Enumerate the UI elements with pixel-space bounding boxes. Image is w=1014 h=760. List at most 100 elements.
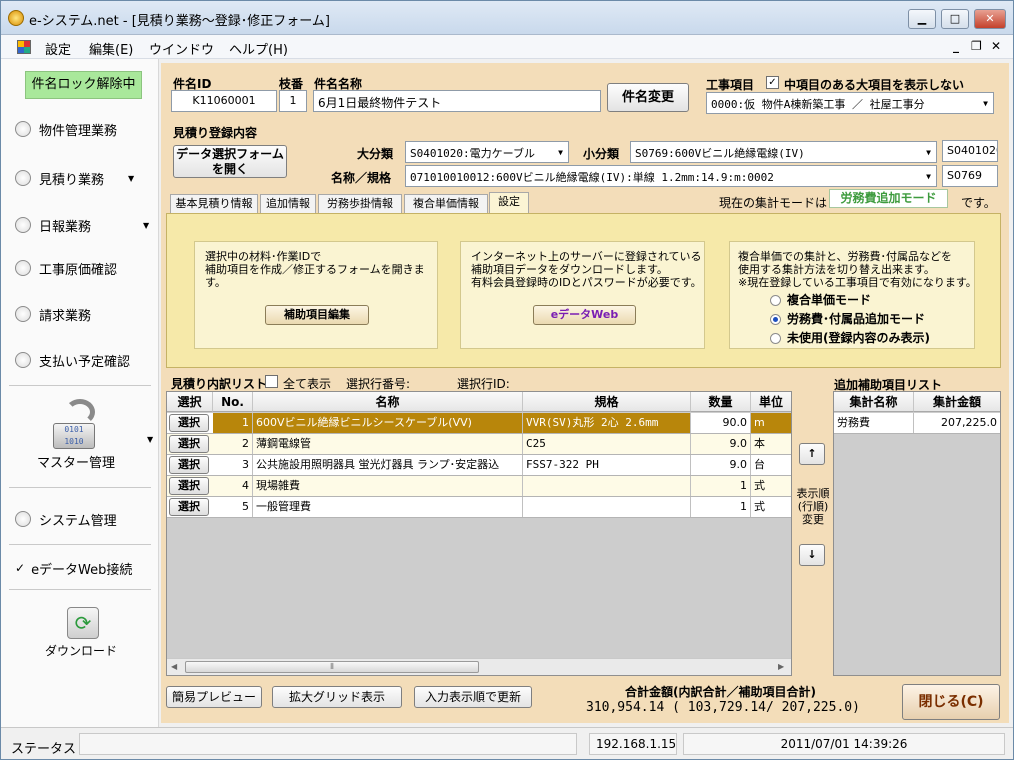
menu-window[interactable]: ウインドウ <box>149 39 214 58</box>
title-bar: e-システム.net - [見積り業務〜登録･修正フォーム] ▁ □ ✕ <box>1 1 1013 35</box>
preview-button[interactable]: 簡易プレビュー <box>166 686 262 708</box>
edata-web-button[interactable]: eデータWeb <box>533 305 636 325</box>
settings-panel: 選択中の材料･作業IDで 補助項目を作成／修正するフォームを開きます。 補助項目… <box>166 213 1001 368</box>
spec-select[interactable]: 071010010012:600Vビニル絶縁電線(IV):単線 1.2mm:14… <box>405 165 937 187</box>
row-select-button[interactable]: 選択 <box>169 498 209 516</box>
menu-settings[interactable]: 設定 <box>45 39 71 58</box>
lock-status-badge: 件名ロック解除中 <box>25 71 142 99</box>
hide-major-checkbox[interactable]: ✓ <box>766 76 779 89</box>
radio-selected-icon <box>770 314 781 325</box>
sidebar-item-estimate[interactable]: 見積り業務 ▼ <box>15 167 134 189</box>
col-header-qty: 数量 <box>691 392 751 412</box>
row-select-button[interactable]: 選択 <box>169 414 209 432</box>
table-row[interactable]: 選択 3 公共施設用照明器具 蛍光灯器具 ランプ･安定器込 FSS7-322 P… <box>167 455 791 476</box>
item-name-field[interactable]: 6月1日最終物件テスト <box>313 90 601 112</box>
master-icon: 0101 1010 <box>51 399 101 453</box>
main-content: 件名ID 枝番 件名名称 K11060001 1 6月1日最終物件テスト 件名変… <box>161 63 1009 723</box>
total-value: 310,954.14 ( 103,729.14/ 207,225.0) <box>586 700 860 715</box>
radio-icon <box>15 121 31 137</box>
mdi-close-button[interactable]: ✕ <box>991 39 1001 53</box>
chevron-down-icon: ▼ <box>926 148 931 157</box>
table-row[interactable]: 選択 4 現場雑費 1 式 <box>167 476 791 497</box>
sidebar-item-system[interactable]: システム管理 <box>15 508 117 530</box>
major-category-select[interactable]: S0401020:電力ケーブル ▼ <box>405 141 569 163</box>
refresh-order-button[interactable]: 入力表示順で更新 <box>414 686 532 708</box>
close-window-button[interactable]: ✕ <box>974 9 1006 29</box>
radio-icon <box>15 217 31 233</box>
window-title: e-システム.net - [見積り業務〜登録･修正フォーム] <box>29 14 330 29</box>
mdi-minimize-button[interactable]: _ <box>953 39 959 53</box>
option-unused-mode[interactable]: 未使用(登録内容のみ表示) <box>770 332 930 345</box>
item-id-field[interactable]: K11060001 <box>171 90 277 112</box>
tab-composite-price[interactable]: 複合単価情報 <box>404 194 488 213</box>
horizontal-scrollbar[interactable]: ◀ ⦀ ▶ <box>167 658 791 675</box>
table-row[interactable]: 選択 5 一般管理費 1 式 <box>167 497 791 518</box>
col-header-no: No. <box>213 392 253 412</box>
mdi-restore-button[interactable]: ❐ <box>971 39 982 53</box>
minor-category-select[interactable]: S0769:600Vビニル絶縁電線(IV) ▼ <box>630 141 937 163</box>
menu-edit[interactable]: 編集(E) <box>89 39 133 58</box>
minor-category-label: 小分類 <box>583 147 620 161</box>
aux-edit-button[interactable]: 補助項目編集 <box>265 305 369 325</box>
table-row[interactable]: 選択 1 600Vビニル絶縁ビニルシースケーブル(VV) VVR(SV)丸形 2… <box>167 413 791 434</box>
col-header-agg-amount: 集計金額 <box>914 392 1000 412</box>
table-row[interactable]: 労務費 207,225.0 <box>834 413 1000 434</box>
chevron-down-icon: ▼ <box>926 172 931 181</box>
sidebar-item-property[interactable]: 物件管理業務 <box>15 118 117 140</box>
check-icon: ✓ <box>15 561 26 575</box>
spec-label: 名称／規格 <box>331 171 392 185</box>
master-label[interactable]: マスター管理 <box>37 452 115 471</box>
app-icon <box>8 10 24 26</box>
minimize-button[interactable]: ▁ <box>908 9 936 29</box>
scroll-thumb[interactable]: ⦀ <box>185 661 479 673</box>
sidebar-item-daily-report[interactable]: 日報業務 ▼ <box>15 214 149 236</box>
tab-labor-info[interactable]: 労務歩掛情報 <box>318 194 402 213</box>
col-header-name: 名称 <box>253 392 523 412</box>
table-row[interactable]: 選択 2 薄鋼電線管 C25 9.0 本 <box>167 434 791 455</box>
row-select-button[interactable]: 選択 <box>169 477 209 495</box>
option-composite-mode[interactable]: 複合単価モード <box>770 294 871 307</box>
enlarge-grid-button[interactable]: 拡大グリッド表示 <box>272 686 402 708</box>
additional-items-grid: 集計名称 集計金額 労務費 207,225.0 <box>833 391 1001 676</box>
tab-basic-estimate[interactable]: 基本見積り情報 <box>170 194 258 213</box>
chevron-down-icon: ▼ <box>147 435 154 444</box>
tab-additional-info[interactable]: 追加情報 <box>260 194 316 213</box>
sidebar-item-edata-web[interactable]: ✓ eデータWeb接続 <box>15 557 132 579</box>
col-header-spec: 規格 <box>523 392 691 412</box>
chevron-down-icon: ▼ <box>558 148 563 157</box>
move-up-button[interactable]: ↑ <box>799 443 825 465</box>
chevron-down-icon: ▼ <box>983 99 988 108</box>
work-item-select[interactable]: 0000:仮 物件A棟新築工事 ／ 社屋工事分 ▼ <box>706 92 994 114</box>
sidebar-divider <box>9 385 151 386</box>
scroll-left-icon[interactable]: ◀ <box>171 662 177 671</box>
tab-settings[interactable]: 設定 <box>489 192 529 213</box>
branch-field[interactable]: 1 <box>279 90 307 112</box>
maximize-button[interactable]: □ <box>941 9 969 29</box>
chevron-down-icon: ▼ <box>143 220 150 230</box>
scroll-right-icon[interactable]: ▶ <box>778 662 784 671</box>
rename-button[interactable]: 件名変更 <box>607 83 689 112</box>
minor-code-field[interactable]: S0401020 <box>942 140 998 162</box>
spec-code-field[interactable]: S0769 <box>942 165 998 187</box>
show-all-checkbox[interactable] <box>265 375 278 388</box>
move-down-button[interactable]: ↓ <box>799 544 825 566</box>
row-select-button[interactable]: 選択 <box>169 435 209 453</box>
total-label: 合計金額(内訳合計／補助項目合計) <box>625 685 816 699</box>
close-button[interactable]: 閉じる(C) <box>902 684 1000 720</box>
menu-app-icon <box>17 40 31 54</box>
col-header-agg-name: 集計名称 <box>834 392 914 412</box>
radio-icon <box>770 333 781 344</box>
sidebar-item-billing[interactable]: 請求業務 <box>15 303 91 325</box>
row-select-button[interactable]: 選択 <box>169 456 209 474</box>
sidebar-item-cost-check[interactable]: 工事原価確認 <box>15 257 117 279</box>
mode-label: 現在の集計モードは <box>719 196 828 210</box>
menu-help[interactable]: ヘルプ(H) <box>229 39 288 58</box>
status-bar: ステータス 192.168.1.15 2011/07/01 14:39:26 <box>1 727 1013 759</box>
download-icon: ⟳ <box>67 607 99 639</box>
open-data-select-button[interactable]: データ選択フォーム を開く <box>173 145 287 178</box>
radio-icon <box>770 295 781 306</box>
sidebar-item-payment-schedule[interactable]: 支払い予定確認 <box>15 349 130 371</box>
option-labor-accessory-mode[interactable]: 労務費･付属品追加モード <box>770 313 925 326</box>
download-label[interactable]: ダウンロード <box>45 642 117 659</box>
status-message-field <box>79 733 577 755</box>
